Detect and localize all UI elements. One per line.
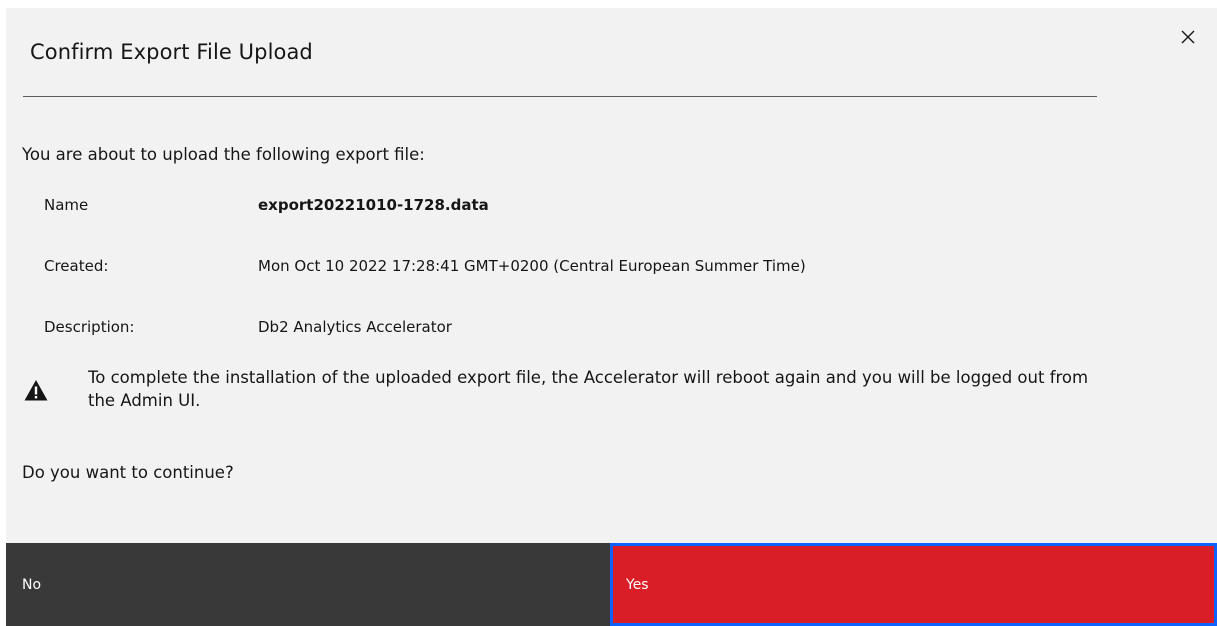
description-value: Db2 Analytics Accelerator [258, 318, 452, 336]
created-value: Mon Oct 10 2022 17:28:41 GMT+0200 (Centr… [258, 257, 806, 275]
name-value: export20221010-1728.data [258, 196, 489, 214]
no-button[interactable]: No [6, 543, 610, 626]
dialog-footer: No Yes [6, 543, 1217, 626]
yes-button[interactable]: Yes [610, 543, 1217, 626]
dialog-title: Confirm Export File Upload [30, 40, 313, 64]
continue-question: Do you want to continue? [22, 463, 234, 482]
confirm-export-upload-dialog: Confirm Export File Upload You are about… [6, 8, 1217, 626]
warning-icon [24, 380, 48, 401]
warning-text: To complete the installation of the uplo… [88, 368, 1089, 410]
created-label: Created: [44, 257, 109, 275]
title-divider [23, 96, 1097, 97]
close-icon [1181, 30, 1195, 44]
close-button[interactable] [1177, 26, 1199, 48]
intro-text: You are about to upload the following ex… [22, 145, 425, 164]
name-label: Name [44, 196, 89, 214]
description-label: Description: [44, 318, 135, 336]
